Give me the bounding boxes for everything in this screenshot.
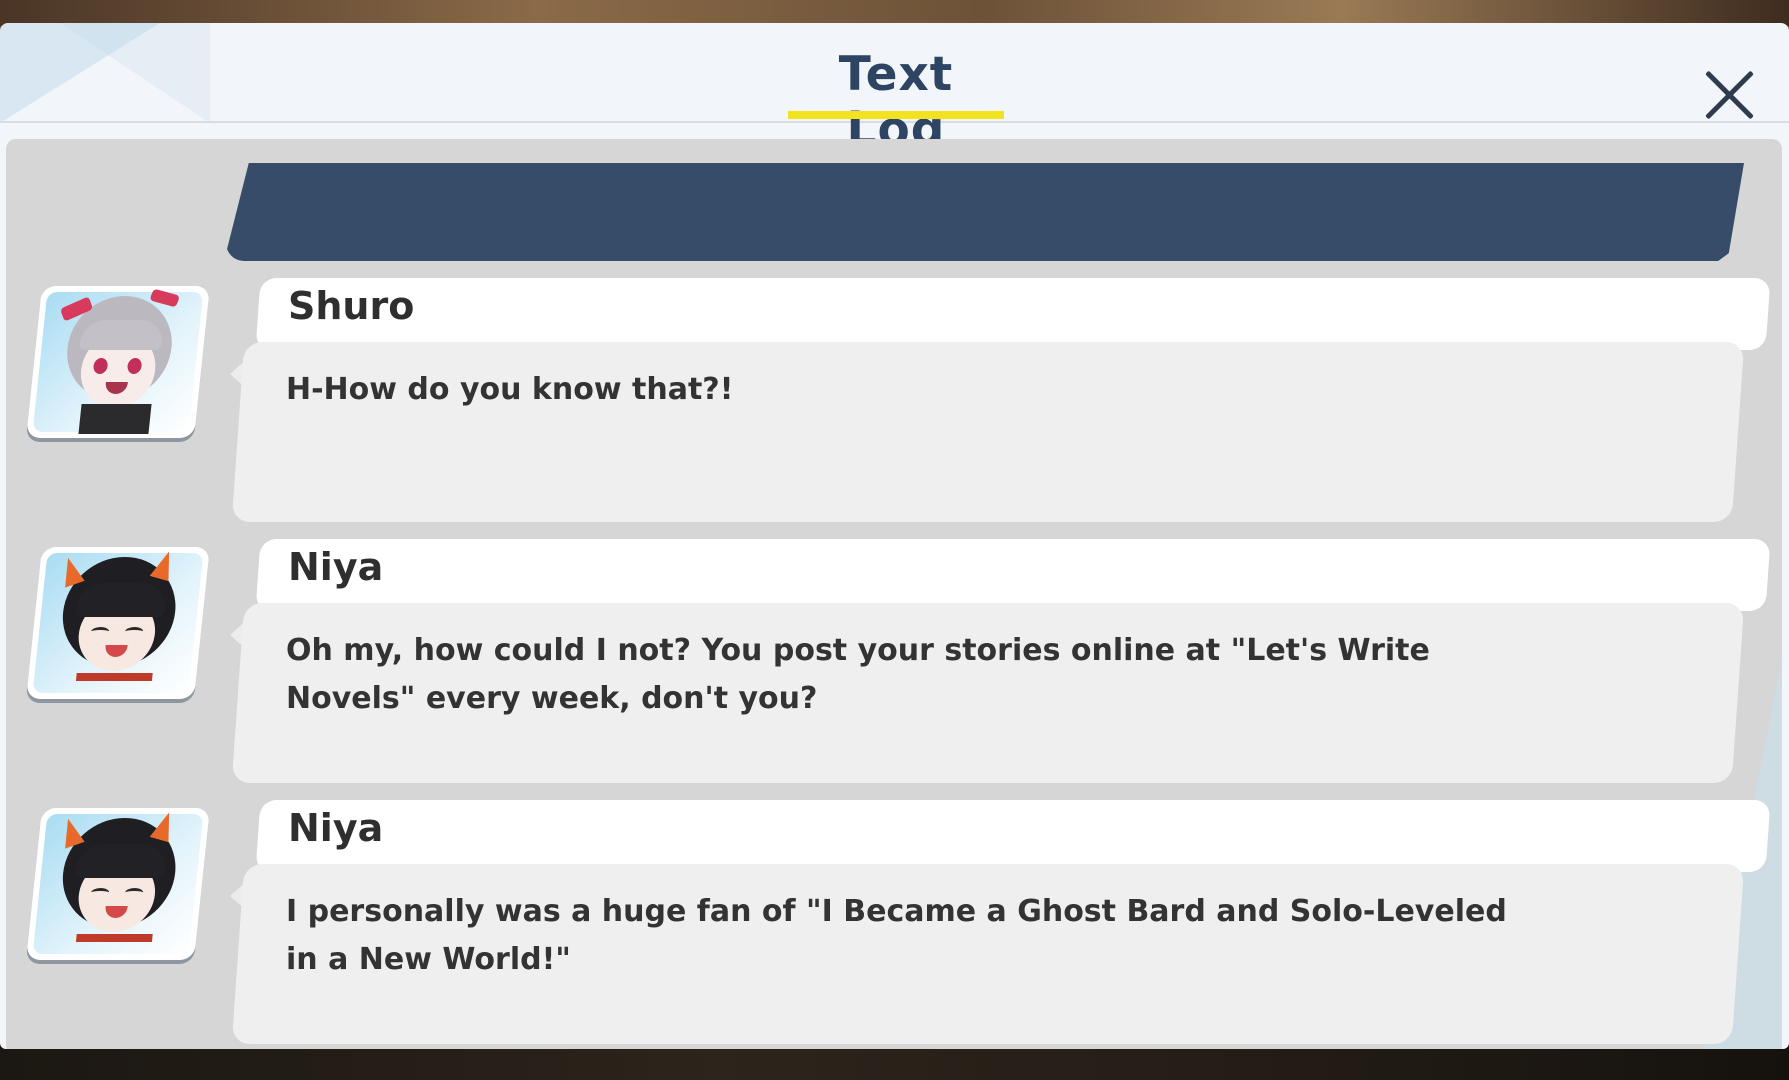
dialogue-text: Oh my, how could I not? You post your st… (286, 633, 1430, 716)
clothes-shape (78, 404, 152, 434)
speaker-name: Niya (288, 806, 384, 850)
speaker-name-bar (255, 800, 1771, 872)
bangs-shape (74, 583, 169, 617)
closed-eye-shape (90, 888, 110, 897)
log-entry: Niya Oh my, how could I not? You post yo… (6, 539, 1782, 785)
dialogue-text: I personally was a huge fan of "I Became… (286, 894, 1507, 977)
dialogue-text: H-How do you know that?! (286, 372, 734, 407)
closed-eye-shape (124, 627, 144, 636)
avatar-niya (26, 547, 230, 709)
bangs-shape (74, 844, 169, 878)
close-icon[interactable] (1700, 65, 1760, 125)
text-log-panel: Text Log Shuro H-How do you know that?! … (0, 23, 1789, 1049)
avatar-frame (26, 547, 210, 699)
previous-entry-banner (226, 163, 1744, 261)
avatar-shuro (26, 286, 230, 448)
title-underline (788, 111, 1004, 119)
speaker-name-bar (255, 539, 1771, 611)
closed-eye-shape (124, 888, 144, 897)
speaker-name-bar (255, 278, 1771, 350)
avatar-frame (26, 286, 210, 438)
bangs-shape (79, 320, 165, 350)
closed-eye-shape (90, 627, 110, 636)
log-entry: Shuro H-How do you know that?! (6, 278, 1782, 524)
log-entry: Niya I personally was a huge fan of "I B… (6, 800, 1782, 1046)
avatar-frame (26, 808, 210, 960)
header: Text Log (0, 23, 1789, 157)
clothes-shape (75, 934, 153, 942)
background-bottom (0, 1046, 1789, 1080)
clothes-shape (75, 673, 153, 681)
avatar-niya (26, 808, 230, 970)
speaker-name: Shuro (288, 284, 415, 328)
log-scroll-area[interactable]: Shuro H-How do you know that?! Niya Oh m… (6, 139, 1782, 1049)
speaker-name: Niya (288, 545, 384, 589)
